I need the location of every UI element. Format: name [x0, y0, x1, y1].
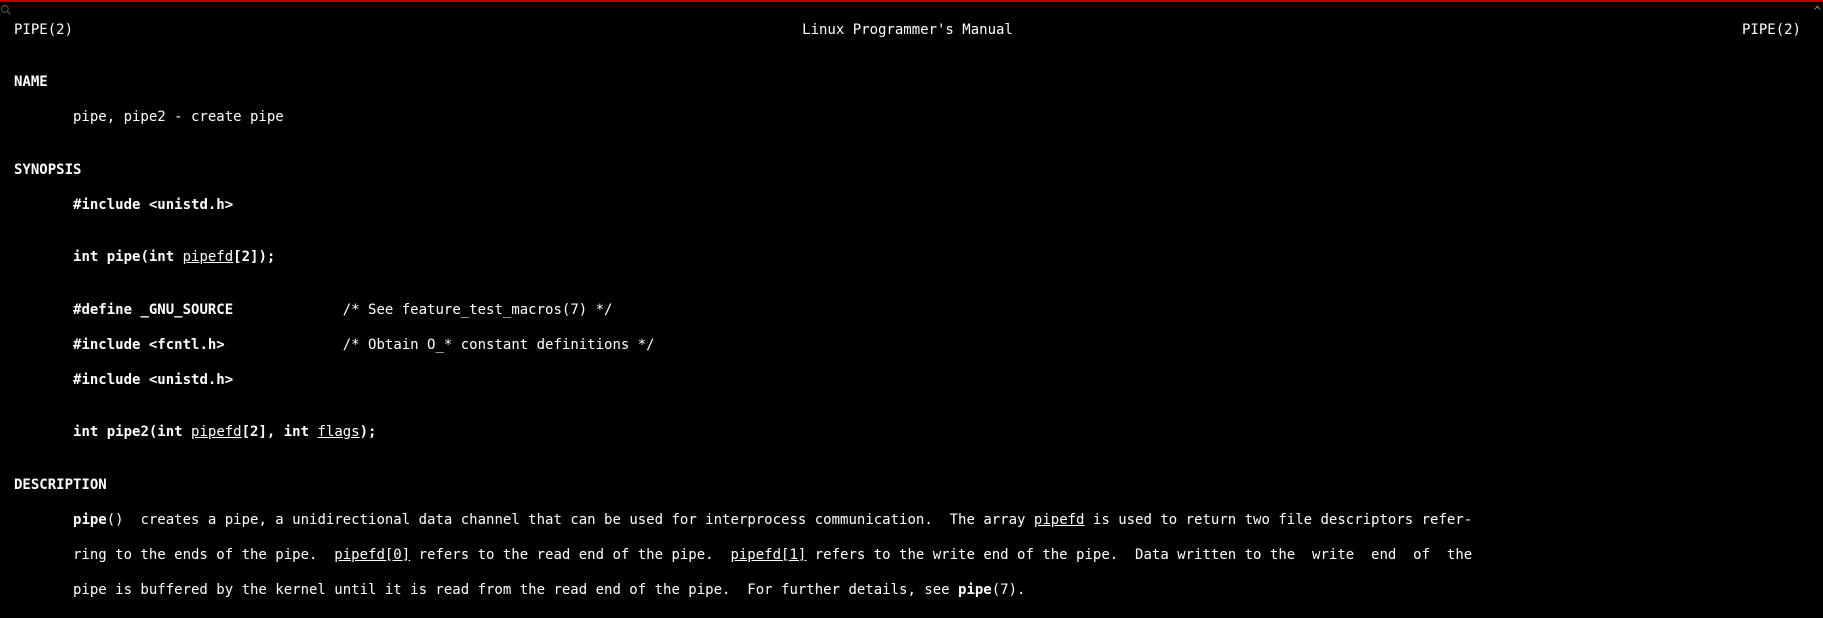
synopsis-include-fcntl: #include <fcntl.h> /* Obtain O_* constan… [14, 337, 1809, 355]
header-center: Linux Programmer's Manual [802, 22, 1013, 40]
header-right: PIPE(2) [1742, 22, 1801, 40]
manpage-content: PIPE(2) Linux Programmer's Manual PIPE(2… [14, 4, 1809, 618]
synopsis-include-unistd2: #include <unistd.h> [14, 372, 1809, 390]
section-heading-description: DESCRIPTION [14, 477, 1809, 495]
desc-line-3: pipe is buffered by the kernel until it … [14, 582, 1809, 600]
section-heading-name: NAME [14, 74, 1809, 92]
search-icon[interactable] [0, 4, 12, 16]
window-top-divider [0, 0, 1823, 2]
synopsis-include-unistd: #include <unistd.h> [14, 197, 1809, 215]
scroll-up-indicator[interactable]: ^ [1814, 4, 1821, 19]
manpage-header: PIPE(2) Linux Programmer's Manual PIPE(2… [14, 22, 1809, 40]
synopsis-pipe2-decl: int pipe2(int pipefd[2], int flags); [14, 424, 1809, 442]
desc-line-2: ring to the ends of the pipe. pipefd[0] … [14, 547, 1809, 565]
header-left: PIPE(2) [14, 22, 73, 40]
synopsis-define-gnu: #define _GNU_SOURCE /* See feature_test_… [14, 302, 1809, 320]
section-heading-synopsis: SYNOPSIS [14, 162, 1809, 180]
synopsis-pipe-decl: int pipe(int pipefd[2]); [14, 249, 1809, 267]
name-body: pipe, pipe2 - create pipe [14, 109, 1809, 127]
desc-line-1: pipe() creates a pipe, a unidirectional … [14, 512, 1809, 530]
